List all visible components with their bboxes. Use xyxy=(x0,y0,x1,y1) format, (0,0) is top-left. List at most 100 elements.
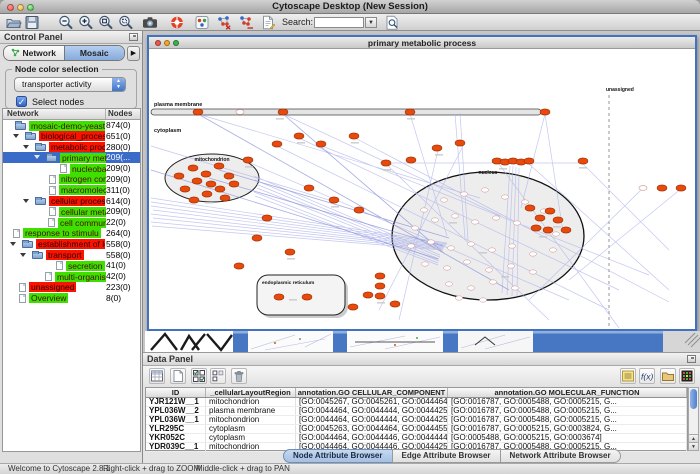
tab-edge-attribute-browser[interactable]: Edge Attribute Browser xyxy=(392,449,501,463)
tree-row[interactable]: Overview8(0) xyxy=(3,293,140,304)
tree-row[interactable]: nitrogen compo209(0) xyxy=(3,174,140,185)
tree-row[interactable]: metabolic process280(0) xyxy=(3,142,140,153)
tree-row[interactable]: transport558(0) xyxy=(3,250,140,261)
snapshot-icon[interactable] xyxy=(142,15,158,30)
tree-row[interactable]: establishment of lo558(0) xyxy=(3,239,140,250)
open-session-icon[interactable] xyxy=(6,15,22,30)
tree-row[interactable]: cell communicat22(0) xyxy=(3,217,140,228)
vizmapper-icon[interactable] xyxy=(194,15,210,30)
delete-attribute-icon[interactable] xyxy=(231,368,247,384)
expander-icon[interactable] xyxy=(23,199,29,203)
tab-network[interactable]: Network xyxy=(4,46,64,60)
tree-column-nodes[interactable]: Nodes xyxy=(105,109,140,119)
float-panel-icon[interactable] xyxy=(129,33,138,41)
attribute-table[interactable]: ID _cellularLayoutRegion annotation.GO C… xyxy=(145,387,688,451)
annotation-icon[interactable] xyxy=(260,15,276,30)
expander-icon[interactable] xyxy=(34,155,40,159)
import-attributes-icon[interactable] xyxy=(660,368,676,384)
table-row[interactable]: YPL036W__1mitochondrion[GO:0044464, GO:0… xyxy=(146,416,687,425)
zoom-in-icon[interactable] xyxy=(78,15,94,30)
tree-row[interactable]: nucleobase-209(0) xyxy=(3,163,140,174)
column-header-molecular-function[interactable]: annotation.GO MOLECULAR_FUNCTION xyxy=(448,388,687,397)
tree-row[interactable]: cellular process614(0) xyxy=(3,196,140,207)
tree-column-network[interactable]: Network xyxy=(3,109,105,119)
tree-row[interactable]: response to stimulu264(0) xyxy=(3,228,140,239)
node-color-dropdown[interactable]: transporter activity ▲▼ xyxy=(14,77,126,92)
help-ring-icon[interactable] xyxy=(169,15,185,30)
tab-network-attribute-browser[interactable]: Network Attribute Browser xyxy=(500,449,621,463)
tree-header[interactable]: Network Nodes xyxy=(3,109,140,120)
tree-row-count: 209(0) xyxy=(106,174,131,185)
expander-icon[interactable] xyxy=(13,134,19,138)
search-dropdown-button[interactable]: ▼ xyxy=(365,17,377,28)
expander-icon[interactable] xyxy=(23,145,29,149)
hide-selected-icon[interactable] xyxy=(216,15,232,30)
cell-region: mitochondrion xyxy=(206,416,296,424)
function-builder-icon[interactable]: f(x) xyxy=(639,368,655,384)
search-input[interactable] xyxy=(314,17,364,28)
scroll-up-icon[interactable]: ▲ xyxy=(689,434,698,442)
network-view-window[interactable]: primary metabolic process xyxy=(147,35,697,331)
attribute-table-header[interactable]: ID _cellularLayoutRegion annotation.GO C… xyxy=(146,388,687,398)
tab-node-attribute-browser[interactable]: Node Attribute Browser xyxy=(283,449,393,463)
tab-mosaic[interactable]: Mosaic xyxy=(64,46,125,60)
new-network-from-selection-icon[interactable] xyxy=(238,15,254,30)
zoom-out-icon[interactable] xyxy=(58,15,74,30)
select-attributes-icon[interactable] xyxy=(191,368,207,384)
tree-row[interactable]: mosaic-demo-yeast874(0) xyxy=(3,120,140,131)
scrollbar-thumb[interactable] xyxy=(690,389,697,409)
group-label: Node color selection xyxy=(12,64,102,74)
new-attribute-icon[interactable] xyxy=(170,368,186,384)
node-color-selection-group: Node color selection transporter activit… xyxy=(5,69,137,109)
cell-region: cytoplasm xyxy=(206,425,296,433)
select-nodes-checkbox[interactable]: ✓ xyxy=(16,96,27,107)
control-panel-header: Control Panel xyxy=(0,31,142,44)
file-icon xyxy=(13,229,20,238)
table-row[interactable]: YKR052Ccytoplasm[GO:0044464, GO:0044446,… xyxy=(146,434,687,443)
tab-overflow-arrow[interactable]: ▶ xyxy=(127,46,140,61)
tree-row[interactable]: unassigned223(0) xyxy=(3,282,140,293)
network-canvas[interactable]: plasma membrane cytoplasm mitochondrion … xyxy=(149,50,695,331)
attribute-list-icon[interactable] xyxy=(620,368,636,384)
data-panel-title: Data Panel xyxy=(147,354,193,364)
column-header-cellular-component[interactable]: annotation.GO CELLULAR_COMPONENT xyxy=(296,388,448,397)
folder-icon xyxy=(15,123,26,130)
background-windows[interactable] xyxy=(145,331,700,352)
network-window-titlebar[interactable]: primary metabolic process xyxy=(149,37,695,49)
app-titlebar[interactable]: Cytoscape Desktop (New Session) xyxy=(0,0,700,14)
attribute-table-icon[interactable] xyxy=(149,368,165,384)
tree-row[interactable]: secretion41(0) xyxy=(3,260,140,271)
zoom-selected-icon[interactable] xyxy=(118,15,134,30)
unselect-attributes-icon[interactable] xyxy=(210,368,226,384)
network-window-title: primary metabolic process xyxy=(149,37,695,49)
column-header-region[interactable]: _cellularLayoutRegion xyxy=(206,388,296,397)
folder-icon xyxy=(22,241,33,248)
zoom-fit-icon[interactable] xyxy=(98,15,114,30)
tree-row[interactable]: biological_process651(0) xyxy=(3,131,140,142)
tree-row-selected[interactable]: primary metabo209(... xyxy=(3,152,140,163)
file-icon xyxy=(60,164,67,173)
cell-component: [GO:0044464, GO:0044444, GO:0044425, G..… xyxy=(296,416,448,424)
select-nodes-row: ✓ Select nodes xyxy=(16,96,84,108)
tree-row[interactable]: multi-organism pro42(0) xyxy=(3,271,140,282)
tree-row[interactable]: macromolecule311(0) xyxy=(3,185,140,196)
tree-row-count: 41(0) xyxy=(106,260,126,271)
table-row[interactable]: YJR121W__1mitochondrion[GO:0045267, GO:0… xyxy=(146,398,687,407)
scroll-down-icon[interactable]: ▼ xyxy=(689,442,698,450)
expander-icon[interactable] xyxy=(20,253,26,257)
expander-icon[interactable] xyxy=(10,242,16,246)
column-header-id[interactable]: ID xyxy=(146,388,206,397)
save-session-icon[interactable] xyxy=(24,15,40,30)
data-panel: Data Panel f(x) ID _cellularLayoutRegion… xyxy=(143,352,700,463)
select-nodes-label: Select nodes xyxy=(32,97,84,107)
attribute-matrix-icon[interactable] xyxy=(679,368,695,384)
cell-function: [GO:0016787, GO:0005215, GO:0003824, G..… xyxy=(448,425,687,433)
tree-row-count: 651(0) xyxy=(106,131,131,142)
table-row[interactable]: YPL036W__2plasma membrane[GO:0044464, GO… xyxy=(146,407,687,416)
search-index-icon[interactable] xyxy=(384,15,400,30)
cell-region: mitochondrion xyxy=(206,398,296,406)
table-row[interactable]: YLR295Ccytoplasm[GO:0045263, GO:0044464,… xyxy=(146,425,687,434)
float-panel-icon[interactable] xyxy=(687,355,696,363)
tree-row[interactable]: cellular metabo209(0) xyxy=(3,206,140,217)
table-scrollbar[interactable]: ▲ ▼ xyxy=(688,387,699,451)
